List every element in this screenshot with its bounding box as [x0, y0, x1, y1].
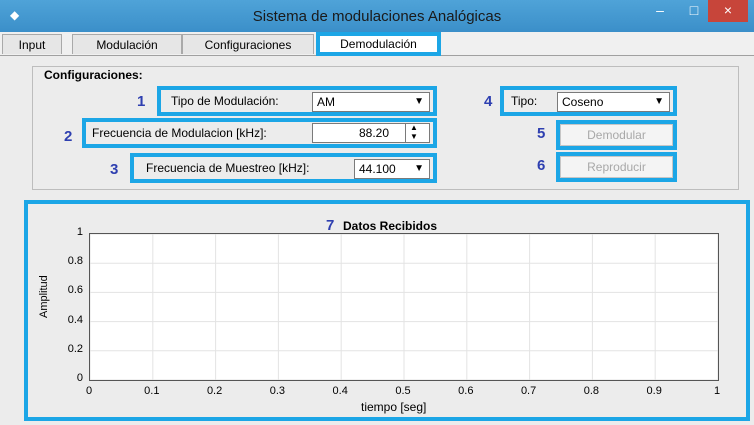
marker-6: 6	[537, 157, 546, 174]
chevron-down-icon: ▼	[654, 96, 664, 107]
tab-configuraciones[interactable]: Configuraciones	[182, 34, 314, 54]
y-tick-label: 0	[76, 372, 83, 384]
minimize-button[interactable]: –	[646, 0, 674, 22]
tipo-select[interactable]: Coseno ▼	[557, 92, 670, 112]
marker-1: 1	[137, 93, 146, 110]
x-tick-label: 0.5	[395, 385, 411, 397]
marker-3: 3	[110, 161, 119, 178]
chevron-down-icon: ▼	[414, 163, 424, 174]
tipo-modulacion-value: AM	[317, 95, 335, 109]
tab-modulacion[interactable]: Modulación	[72, 34, 182, 54]
tipo-modulacion-select[interactable]: AM ▼	[312, 92, 430, 112]
plot-axes[interactable]	[89, 233, 719, 381]
frecuencia-modulacion-label: Frecuencia de Modulacion [kHz]:	[92, 126, 267, 140]
spinner-divider	[405, 124, 406, 142]
chevron-down-icon: ▼	[414, 96, 424, 107]
marker-2: 2	[64, 128, 73, 145]
plot-grid	[90, 234, 718, 380]
spinner-up-icon[interactable]: ▲ ▼	[410, 123, 418, 141]
plot-title: Datos Recibidos	[343, 219, 438, 233]
window-title: Sistema de modulaciones Analógicas	[252, 8, 502, 25]
y-tick-label: 0.6	[67, 284, 83, 297]
y-tick-label: 0.4	[67, 313, 83, 326]
x-tick-label: 0.6	[458, 385, 474, 397]
frecuencia-muestreo-select[interactable]: 44.100 ▼	[354, 159, 430, 179]
demodular-button[interactable]: Demodular	[560, 124, 673, 146]
marker-7: 7	[326, 217, 335, 234]
x-axis-label: tiempo [seg]	[361, 400, 427, 414]
x-tick-label: 0	[85, 385, 93, 397]
x-tick-label: 0.3	[269, 385, 286, 397]
y-tick-label: 0.2	[67, 342, 83, 355]
maximize-button[interactable]: □	[680, 0, 708, 22]
panel-title: Configuraciones:	[44, 68, 143, 82]
frecuencia-muestreo-label: Frecuencia de Muestreo [kHz]:	[146, 161, 310, 175]
tipo-label: Tipo:	[511, 94, 538, 108]
tab-demodulacion[interactable]: Demodulación	[316, 32, 441, 56]
x-tick-label: 1	[713, 385, 721, 397]
marker-5: 5	[537, 125, 546, 142]
reproducir-button[interactable]: Reproducir	[560, 156, 673, 178]
x-tick-label: 0.8	[583, 385, 600, 397]
tipo-value: Coseno	[562, 95, 604, 109]
frecuencia-modulacion-value: 88.20	[359, 126, 390, 140]
x-tick-label: 0.4	[332, 385, 348, 397]
frecuencia-modulacion-spinner[interactable]: 88.20 ▲ ▼	[312, 123, 430, 143]
close-button[interactable]: ×	[708, 0, 748, 22]
tipo-modulacion-label: Tipo de Modulación:	[171, 94, 279, 108]
x-tick-label: 0.1	[144, 385, 160, 397]
x-tick-label: 0.2	[206, 385, 223, 397]
marker-4: 4	[484, 93, 493, 110]
y-axis-label: Amplitud	[38, 275, 50, 318]
frecuencia-muestreo-value: 44.100	[359, 162, 396, 176]
x-tick-label: 0.7	[520, 385, 537, 397]
y-tick-label: 0.8	[67, 255, 83, 268]
x-tick-label: 0.9	[646, 385, 662, 397]
y-tick-label: 1	[76, 226, 83, 238]
tab-input[interactable]: Input	[2, 34, 62, 54]
